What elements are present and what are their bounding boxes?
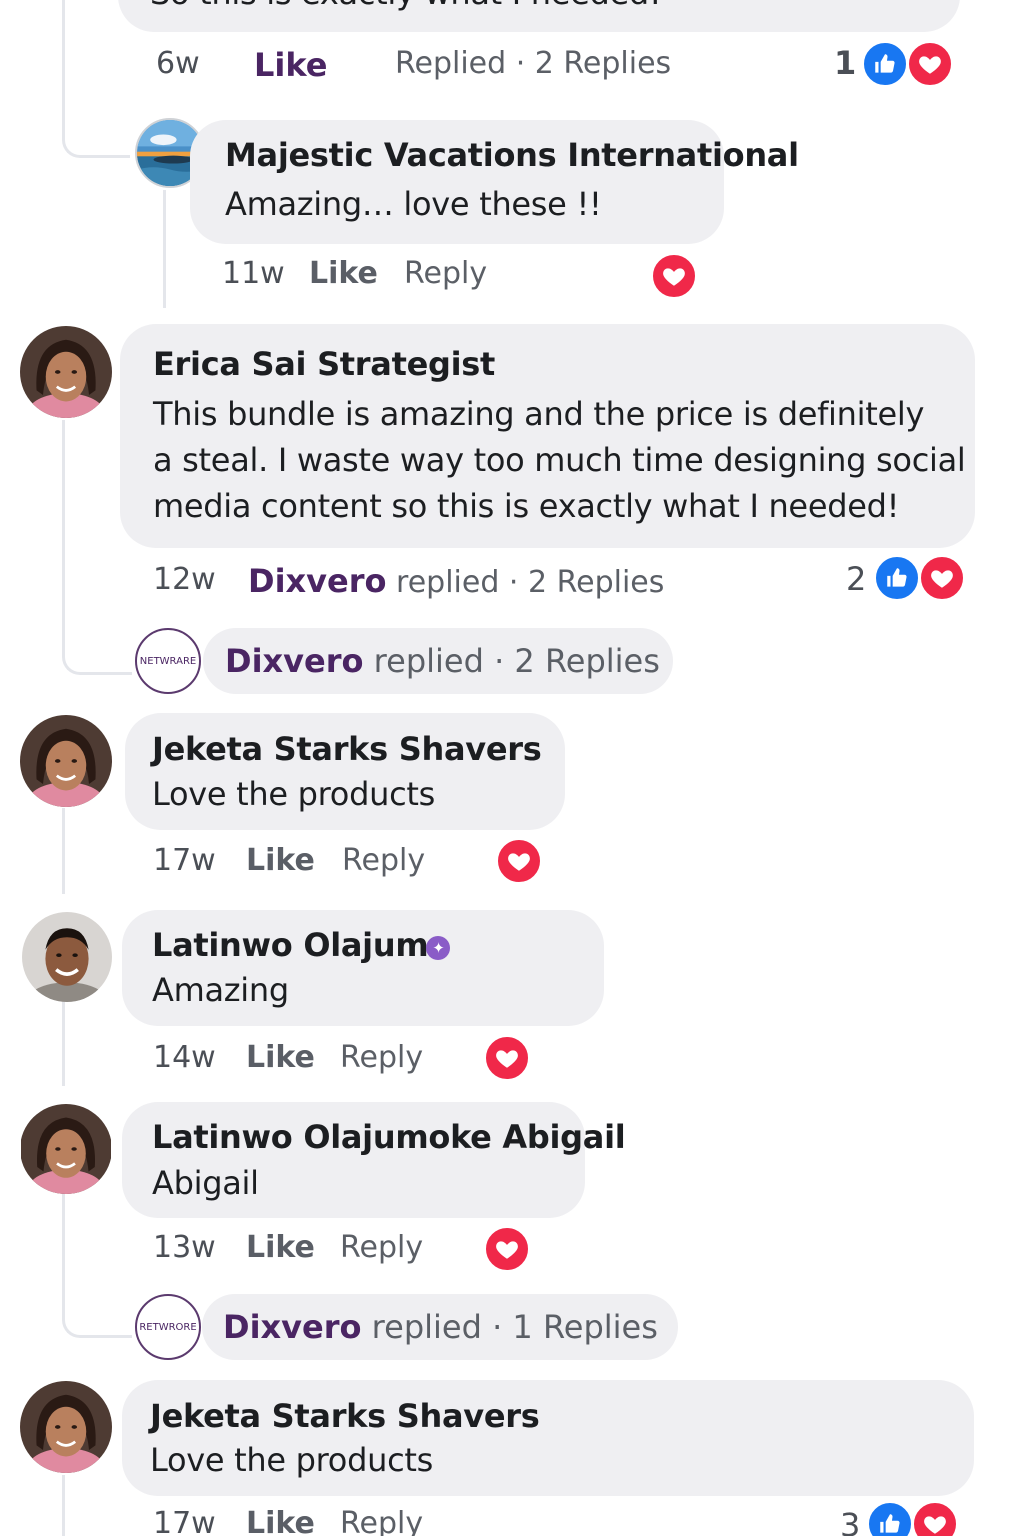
- comment-text: Abigail: [152, 1164, 259, 1202]
- heart-icon: [495, 837, 543, 885]
- reply-button[interactable]: Reply: [340, 1230, 423, 1265]
- commenter-name[interactable]: Majestic Vacations International: [225, 136, 799, 174]
- heart-icon: [483, 1034, 531, 1082]
- commenter-name[interactable]: Latinwo Olajumoke Abigail: [152, 1118, 626, 1156]
- replies-count[interactable]: replied · 2 Replies: [374, 642, 660, 680]
- replies-pill[interactable]: Dixvero replied · 2 Replies: [203, 628, 673, 694]
- verified-badge-icon: ✦: [426, 936, 451, 960]
- reply-button[interactable]: Reply: [340, 1040, 423, 1075]
- reply-button[interactable]: Reply: [340, 1506, 423, 1536]
- thread-line: [62, 1192, 65, 1292]
- thread-line: [62, 1475, 65, 1536]
- comment-bubble: So this is exactly what I needed!: [118, 0, 960, 32]
- thread-connector: [62, 96, 130, 158]
- avatar[interactable]: [22, 912, 112, 1002]
- thumbs-up-icon: [866, 1500, 914, 1536]
- avatar[interactable]: [20, 1381, 112, 1473]
- comment-time: 17w: [153, 843, 216, 878]
- like-button[interactable]: Like: [254, 46, 327, 84]
- thread-connector: [62, 620, 132, 675]
- replies-pill[interactable]: Dixvero replied · 1 Replies: [202, 1294, 678, 1360]
- commenter-name[interactable]: Erica Sai Strategist: [153, 345, 495, 383]
- avatar[interactable]: [20, 715, 112, 807]
- thread-line: [163, 190, 166, 308]
- reaction-count[interactable]: 1: [834, 44, 856, 82]
- brand-avatar[interactable]: NETWRARE: [135, 628, 201, 694]
- comment-text: So this is exactly what I needed!: [150, 0, 662, 16]
- thread-line: [62, 808, 65, 894]
- replies-link[interactable]: Dixvero replied · 2 Replies: [248, 562, 664, 600]
- reaction-count[interactable]: 2: [846, 560, 866, 598]
- reply-button[interactable]: Reply: [342, 843, 425, 878]
- thread-line: [62, 1000, 65, 1086]
- heart-icon: [911, 1500, 959, 1536]
- commenter-name-text[interactable]: Latinwo Olajum: [152, 926, 429, 964]
- like-button[interactable]: Like: [246, 1506, 315, 1536]
- commenter-name[interactable]: Jeketa Starks Shavers: [152, 730, 542, 768]
- replies-count[interactable]: replied · 2 Replies: [396, 565, 664, 600]
- like-button[interactable]: Like: [246, 843, 315, 878]
- heart-icon: [906, 40, 954, 88]
- thumbs-up-icon: [861, 40, 909, 88]
- avatar[interactable]: [20, 326, 112, 418]
- comment-text: Love the products: [150, 1441, 433, 1479]
- comment-time: 12w: [153, 562, 216, 597]
- reaction-count[interactable]: 3: [840, 1506, 860, 1536]
- brand-avatar[interactable]: RETWRORE: [135, 1294, 201, 1360]
- commenter-name[interactable]: Latinwo Olajum ✦: [152, 926, 451, 964]
- like-button[interactable]: Like: [246, 1040, 315, 1075]
- thumbs-up-icon: [873, 554, 921, 602]
- like-button[interactable]: Like: [246, 1230, 315, 1265]
- comment-time: 17w: [153, 1506, 216, 1536]
- reply-button[interactable]: Reply: [404, 256, 487, 291]
- like-button[interactable]: Like: [309, 256, 378, 291]
- avatar[interactable]: [20, 1104, 112, 1194]
- replies-link[interactable]: Replied · 2 Replies: [395, 46, 671, 81]
- comment-text-line: media content so this is exactly what I …: [153, 487, 900, 525]
- heart-icon: [483, 1225, 531, 1273]
- replier-name[interactable]: Dixvero: [248, 562, 387, 600]
- comment-time: 14w: [153, 1040, 216, 1075]
- brand-avatar-label: RETWRORE: [139, 1321, 197, 1333]
- comment-time: 6w: [156, 46, 200, 81]
- replier-name[interactable]: Dixvero: [225, 642, 364, 680]
- thread-connector: [62, 1290, 132, 1338]
- thread-line: [62, 420, 65, 630]
- replier-name[interactable]: Dixvero: [223, 1308, 362, 1346]
- comment-text-line: a steal. I waste way too much time desig…: [153, 441, 966, 479]
- brand-avatar-label: NETWRARE: [139, 655, 197, 667]
- comment-text: Amazing: [152, 971, 289, 1009]
- comment-time: 13w: [153, 1230, 216, 1265]
- thread-line: [62, 0, 65, 100]
- comment-text-line: This bundle is amazing and the price is …: [153, 395, 925, 433]
- heart-icon: [650, 252, 698, 300]
- heart-icon: [918, 554, 966, 602]
- comment-text: Amazing… love these !!: [225, 185, 602, 223]
- replies-count[interactable]: replied · 1 Replies: [372, 1308, 658, 1346]
- comment-text: Love the products: [152, 775, 435, 813]
- comment-time: 11w: [222, 256, 285, 291]
- commenter-name[interactable]: Jeketa Starks Shavers: [150, 1397, 540, 1435]
